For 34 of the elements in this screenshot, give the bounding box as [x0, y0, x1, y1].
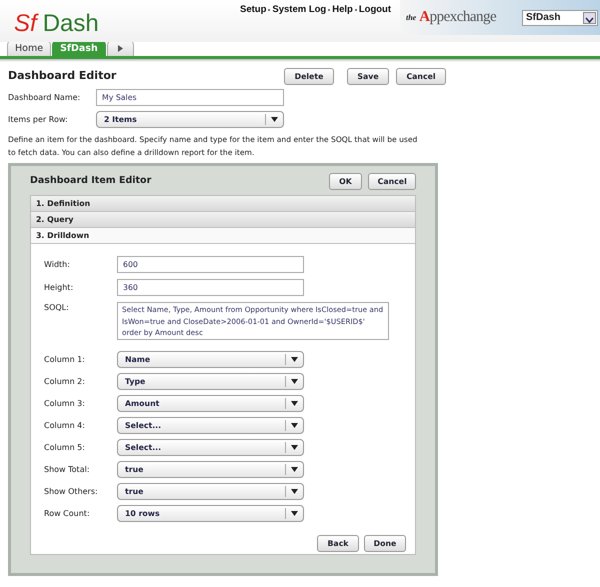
- caret-icon: [291, 489, 298, 494]
- field-label: Column 1:: [44, 354, 86, 366]
- field-label: Column 3:: [44, 398, 86, 410]
- header-link[interactable]: System Log: [272, 3, 326, 18]
- caret-icon: [291, 511, 298, 516]
- header-link[interactable]: Logout: [358, 3, 392, 18]
- field-label: Show Total:: [44, 464, 91, 476]
- panel-title: Dashboard Item Editor: [30, 174, 152, 188]
- header-link[interactable]: Setup: [240, 3, 266, 18]
- caret-icon: [291, 423, 298, 428]
- field-label: Show Others:: [44, 486, 99, 498]
- logo: Sf Dash: [14, 10, 99, 37]
- field-label: Width:: [44, 258, 71, 270]
- arrow-right-icon: [118, 44, 123, 52]
- brand-prefix: the: [406, 12, 416, 24]
- field-label: Column 5:: [44, 442, 86, 454]
- caret-icon: [271, 117, 278, 122]
- caret-icon: [291, 379, 298, 384]
- app-select[interactable]: SfDash: [522, 10, 598, 26]
- field-label: Column 4:: [44, 420, 86, 432]
- field-label: SOQL:: [44, 302, 70, 314]
- field-label: Height:: [44, 282, 74, 294]
- caret-icon: [584, 14, 595, 25]
- field-label: Column 2:: [44, 376, 86, 388]
- caret-icon: [291, 467, 298, 472]
- field-label: Items per Row:: [8, 114, 69, 126]
- header-link[interactable]: Help: [332, 3, 353, 18]
- caret-icon: [291, 445, 298, 450]
- field-label: Dashboard Name:: [8, 92, 82, 104]
- caret-icon: [291, 357, 298, 362]
- brand-logo: Appexchange: [419, 8, 496, 28]
- caret-icon: [291, 401, 298, 406]
- field-label: Row Count:: [44, 508, 91, 520]
- page-title: Dashboard Editor: [8, 68, 118, 84]
